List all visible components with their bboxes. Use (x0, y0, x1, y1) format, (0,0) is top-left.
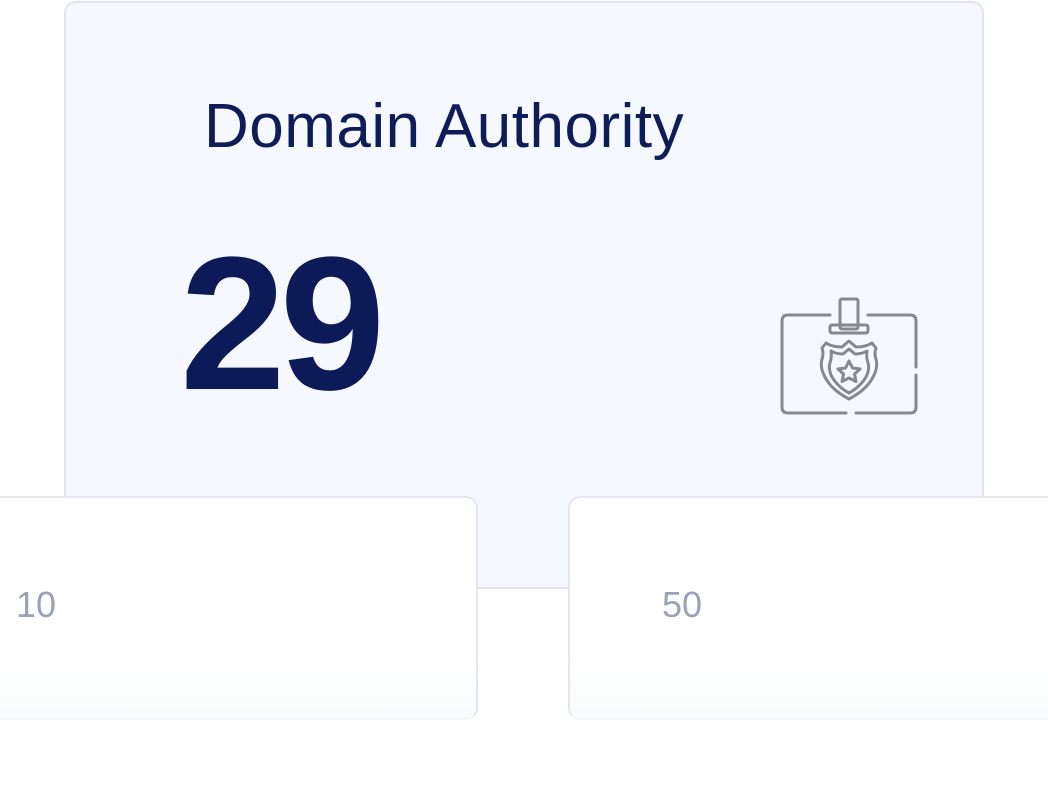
card-title: Domain Authority (204, 92, 685, 161)
range-card-max: 50 (568, 496, 1048, 720)
range-max-value: 50 (662, 584, 703, 625)
domain-authority-value: 29 (180, 218, 385, 430)
id-badge-icon (780, 297, 918, 415)
stage: Domain Authority 29 10 50 (0, 0, 1048, 796)
range-min-value: 10 (16, 584, 57, 625)
range-card-min: 10 (0, 496, 478, 720)
